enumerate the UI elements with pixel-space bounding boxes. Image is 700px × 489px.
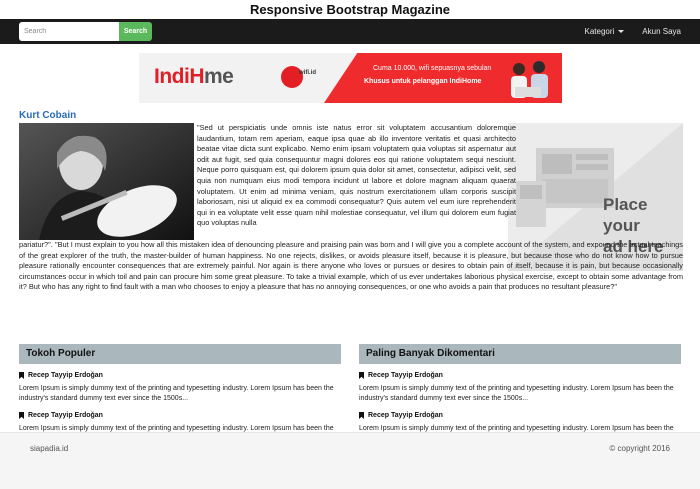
post-excerpt: Lorem Ipsum is simply dummy text of the … (19, 385, 334, 402)
post-author-link[interactable]: Recep Tayyip Erdoğan (359, 372, 681, 379)
article-title[interactable]: Kurt Cobain (19, 110, 76, 121)
search-input[interactable] (19, 22, 119, 41)
banner-line-1: Cuma 10.000, wifi sepuasnya sebulan (373, 65, 492, 72)
bookmark-icon (359, 412, 364, 419)
section-header: Paling Banyak Dikomentari (359, 344, 681, 364)
footer-copyright: © copyright 2016 (609, 444, 670, 453)
post-author-link[interactable]: Recep Tayyip Erdoğan (19, 372, 341, 379)
article-body-top: "Sed ut perspiciatis unde omnis iste nat… (19, 123, 516, 243)
bookmark-icon (19, 372, 24, 379)
kategori-dropdown[interactable]: Kategori (585, 27, 625, 36)
post-author-link[interactable]: Recep Tayyip Erdoğan (19, 412, 341, 419)
account-link[interactable]: Akun Saya (642, 27, 681, 36)
banner-line-2: Khusus untuk pelanggan IndiHome (364, 78, 482, 85)
nav-right: Kategori Akun Saya (585, 19, 682, 44)
wifi-label: wifi.id (299, 70, 316, 76)
caret-down-icon (618, 30, 625, 33)
section-paling-banyak-dikomentari: Paling Banyak Dikomentari Recep Tayyip E… (359, 344, 681, 444)
footer: siapadia.id © copyright 2016 (0, 432, 700, 489)
indihome-banner[interactable]: IndiHme wifi.id Cuma 10.000, wifi sepuas… (139, 53, 562, 103)
bookmark-icon (359, 372, 364, 379)
post-excerpt: Lorem Ipsum is simply dummy text of the … (359, 385, 674, 402)
people-with-laptop-image (511, 61, 548, 98)
kategori-label: Kategori (584, 27, 615, 36)
site-title: Responsive Bootstrap Magazine (249, 2, 451, 17)
indihome-logo: IndiHme (154, 65, 234, 88)
section-header: Tokoh Populer (19, 344, 341, 364)
search-button[interactable]: Search (119, 22, 152, 41)
footer-site-name: siapadia.id (30, 444, 69, 453)
top-navbar: Search Kategori Akun Saya (0, 19, 700, 44)
post-author-link[interactable]: Recep Tayyip Erdoğan (359, 412, 681, 419)
section-tokoh-populer: Tokoh Populer Recep Tayyip Erdoğan Lorem… (19, 344, 341, 444)
article-body-rest: pariatur?". "But I must explain to you h… (19, 240, 683, 292)
bookmark-icon (19, 412, 24, 419)
